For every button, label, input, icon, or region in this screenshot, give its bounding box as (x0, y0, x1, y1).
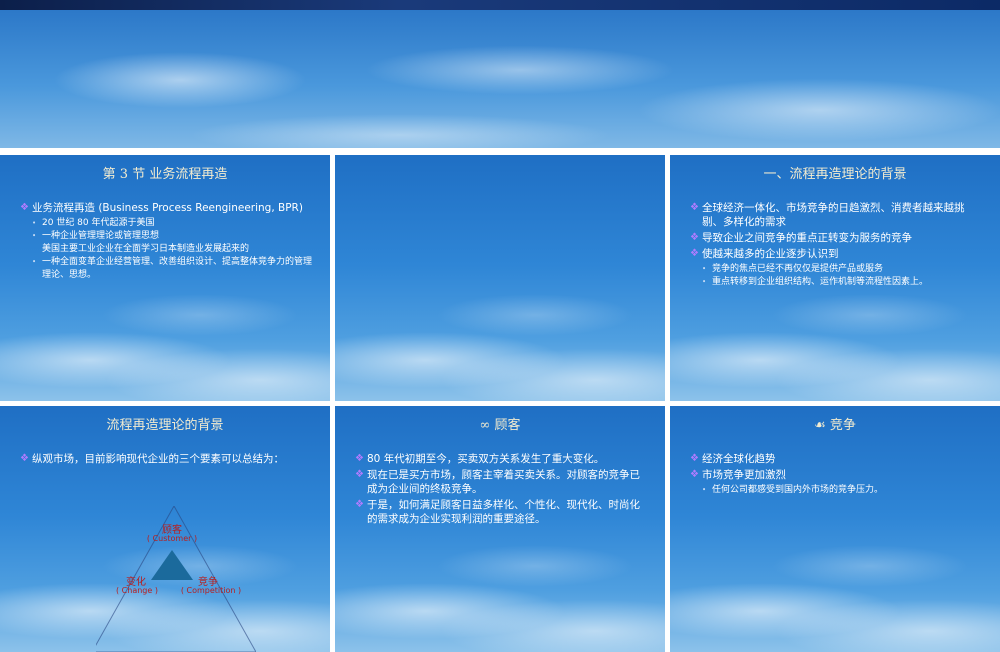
bullet-text: 竞争的焦点已经不再仅仅是提供产品或服务 (712, 264, 884, 274)
sub-bullet-item: •美国主要工业企业在全面学习日本制造业发展起来的 (20, 243, 312, 256)
slide-thumbnail-6[interactable]: ☙ 竞争 ❖ 经济全球化趋势 ❖ 市场竞争更加激烈 • 任何公司都感受到国内外市场的竞争压力… (670, 406, 1000, 652)
bullet-item: ❖ 使越来越多的企业逐步认识到 (690, 247, 982, 261)
bullet-text: 经济全球化趋势 (702, 453, 776, 465)
bullet-text: 导致企业之间竞争的重点正转变为服务的竞争 (702, 232, 912, 244)
triangle-diagram: 顾客( Customer ) 变化( Change ) 竞争( Competitio… (91, 504, 257, 652)
diamond-bullet-icon: ❖ (355, 453, 364, 464)
dot-bullet-icon: • (32, 219, 37, 227)
diamond-bullet-icon: ❖ (690, 202, 699, 213)
slide-body: ❖ 经济全球化趋势 ❖ 市场竞争更加激烈 • 任何公司都感受到国内外市场的竞争压力。 (690, 452, 982, 497)
bullet-text: 纵观市场，目前影响现代企业的三个要素可以总结为： (32, 453, 284, 465)
bullet-text: 任何公司都感受到国内外市场的竞争压力。 (712, 485, 884, 495)
bullet-text: 重点转移到企业组织结构、运作机制等流程性因素上。 (712, 277, 929, 287)
diamond-bullet-icon: ❖ (690, 232, 699, 243)
slide-body: ❖ 业务流程再造 (Business Process Reengineering,… (20, 201, 312, 282)
bullet-item: ❖ 纵观市场，目前影响现代企业的三个要素可以总结为： (20, 452, 312, 466)
slide-title: 第 3 节 业务流程再造 (102, 167, 228, 182)
bullet-text: 于是，如何满足顾客日益多样化、个性化、现代化、时尚化的需求成为企业实现利润的重要… (367, 499, 640, 525)
dot-bullet-icon: • (32, 232, 37, 240)
diamond-bullet-icon: ❖ (690, 248, 699, 259)
bullet-item: ❖ 现在已是买方市场，顾客主宰着买卖关系。对顾客的竞争已成为企业间的终极竞争。 (355, 468, 647, 496)
bullet-text: 业务流程再造 (Business Process Reengineering, … (32, 202, 303, 214)
sub-bullet-item: • 任何公司都感受到国内外市场的竞争压力。 (690, 484, 982, 497)
slide-thumbnail-4[interactable]: 流程再造理论的背景 ❖ 纵观市场，目前影响现代企业的三个要素可以总结为： 顾客( C… (0, 406, 330, 652)
bullet-item: ❖ 于是，如何满足顾客日益多样化、个性化、现代化、时尚化的需求成为企业实现利润的重… (355, 498, 647, 526)
slide-thumbnail-1[interactable]: 第 3 节 业务流程再造 ❖ 业务流程再造 (Business Process Re… (0, 155, 330, 401)
bullet-item: ❖ 80 年代初期至今，买卖双方关系发生了重大变化。 (355, 452, 647, 466)
slide-title: 流程再造理论的背景 (106, 418, 224, 433)
sub-bullet-item: • 20 世纪 80 年代起源于美国 (20, 217, 312, 230)
bullet-item: ❖ 市场竞争更加激烈 (690, 468, 982, 482)
slide-thumbnail-2[interactable] (335, 155, 665, 401)
dot-bullet-icon: • (702, 278, 707, 286)
slide-title: 一、流程再造理论的背景 (763, 167, 907, 182)
slide-body: ❖ 80 年代初期至今，买卖双方关系发生了重大变化。 ❖ 现在已是买方市场，顾客主宰着… (355, 452, 647, 528)
slide-thumbnail-3[interactable]: 一、流程再造理论的背景 ❖ 全球经济一体化、市场竞争的日趋激烈、消费者越来越挑剔、多… (670, 155, 1000, 401)
slide-thumbnail-5[interactable]: ∞ 顾客 ❖ 80 年代初期至今，买卖双方关系发生了重大变化。 ❖ 现在已是买方市场，顾… (335, 406, 665, 652)
bullet-text: 全球经济一体化、市场竞争的日趋激烈、消费者越来越挑剔、多样化的需求 (702, 202, 965, 228)
diamond-bullet-icon: ❖ (355, 499, 364, 510)
bullet-item: ❖ 业务流程再造 (Business Process Reengineering,… (20, 201, 312, 215)
bullet-text: 美国主要工业企业在全面学习日本制造业发展起来的 (42, 244, 250, 254)
bullet-text: 20 世纪 80 年代起源于美国 (42, 218, 155, 228)
top-title-bar (0, 0, 1000, 10)
slide-body: ❖ 纵观市场，目前影响现代企业的三个要素可以总结为： (20, 452, 312, 468)
sub-bullet-item: • 一种企业管理理论或管理思想 (20, 230, 312, 243)
bullet-item: ❖ 经济全球化趋势 (690, 452, 982, 466)
diagram-sublabel-change: ( Change ) (116, 586, 158, 595)
diamond-bullet-icon: ❖ (690, 453, 699, 464)
diamond-bullet-icon: ❖ (355, 469, 364, 480)
bullet-text: 80 年代初期至今，买卖双方关系发生了重大变化。 (367, 453, 605, 465)
bullet-text: 使越来越多的企业逐步认识到 (702, 248, 839, 260)
diamond-bullet-icon: ❖ (20, 453, 29, 464)
sub-bullet-item: • 一种全面变革企业经营管理、改善组织设计、提高整体竞争力的管理理论、思想。 (20, 256, 312, 282)
sub-bullet-item: • 竞争的焦点已经不再仅仅是提供产品或服务 (690, 263, 982, 276)
dot-bullet-icon: • (32, 258, 37, 266)
diagram-sublabel-competition: ( Competition ) (180, 586, 242, 595)
slide-title: ☙ 竞争 (814, 418, 856, 433)
diagram-sublabel-customer: ( Customer ) (146, 534, 198, 543)
diamond-bullet-icon: ❖ (20, 202, 29, 213)
bullet-text: 市场竞争更加激烈 (702, 469, 786, 481)
bullet-text: 一种全面变革企业经营管理、改善组织设计、提高整体竞争力的管理理论、思想。 (42, 257, 313, 280)
slide-body: ❖ 全球经济一体化、市场竞争的日趋激烈、消费者越来越挑剔、多样化的需求 ❖ 导致企业之… (690, 201, 982, 289)
sub-bullet-item: • 重点转移到企业组织结构、运作机制等流程性因素上。 (690, 276, 982, 289)
bullet-item: ❖ 导致企业之间竞争的重点正转变为服务的竞争 (690, 231, 982, 245)
bullet-item: ❖ 全球经济一体化、市场竞争的日趋激烈、消费者越来越挑剔、多样化的需求 (690, 201, 982, 229)
sky-banner-image (0, 10, 1000, 148)
dot-bullet-icon: • (702, 265, 707, 273)
dot-bullet-icon: • (702, 486, 707, 494)
bullet-text: 一种企业管理理论或管理思想 (42, 231, 160, 241)
diamond-bullet-icon: ❖ (690, 469, 699, 480)
bullet-text: 现在已是买方市场，顾客主宰着买卖关系。对顾客的竞争已成为企业间的终极竞争。 (367, 469, 640, 495)
slide-title: ∞ 顾客 (479, 418, 521, 433)
